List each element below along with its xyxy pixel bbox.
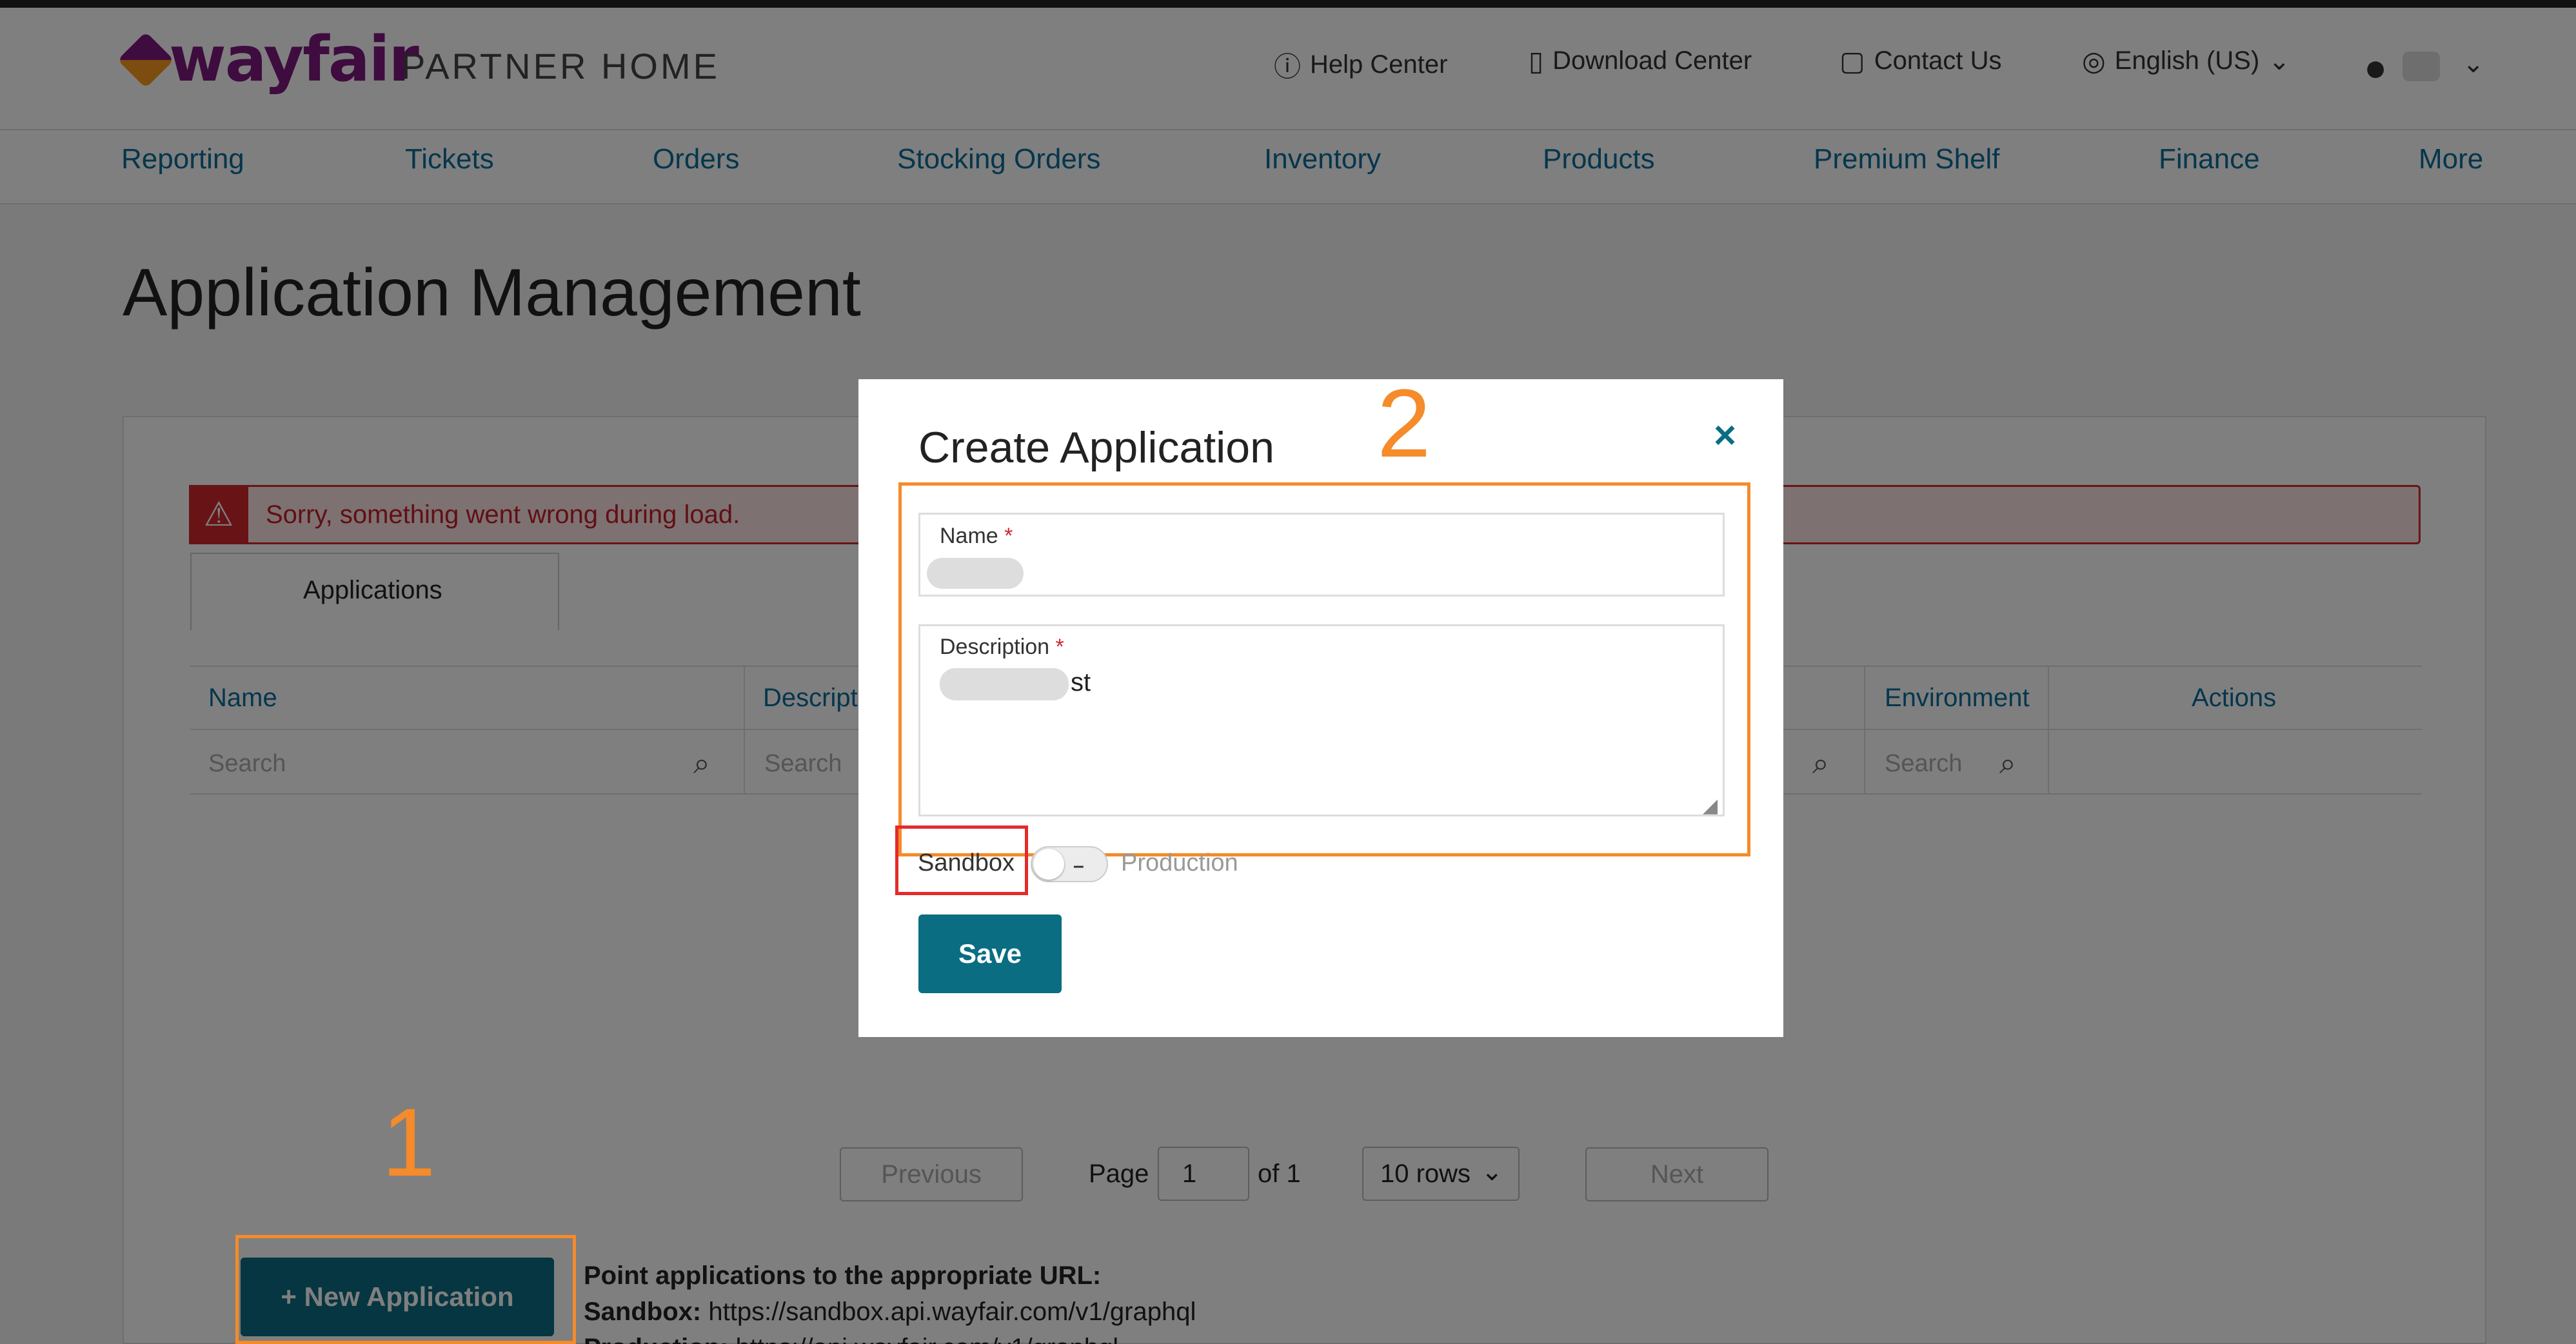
annotation-step-1: 1 <box>382 1088 436 1196</box>
close-icon[interactable]: × <box>1714 413 1736 457</box>
annotation-step-2: 2 <box>1377 369 1431 477</box>
production-label: Production <box>1121 849 1238 876</box>
modal-title: Create Application <box>918 423 1274 472</box>
toggle-knob <box>1033 849 1064 880</box>
annotation-highlight-new-application <box>235 1235 576 1344</box>
save-button[interactable]: Save <box>918 914 1062 993</box>
environment-toggle[interactable]: – <box>1031 846 1108 882</box>
annotation-highlight-form <box>898 482 1750 856</box>
annotation-highlight-sandbox <box>895 825 1028 895</box>
toggle-dash-icon: – <box>1073 855 1084 876</box>
